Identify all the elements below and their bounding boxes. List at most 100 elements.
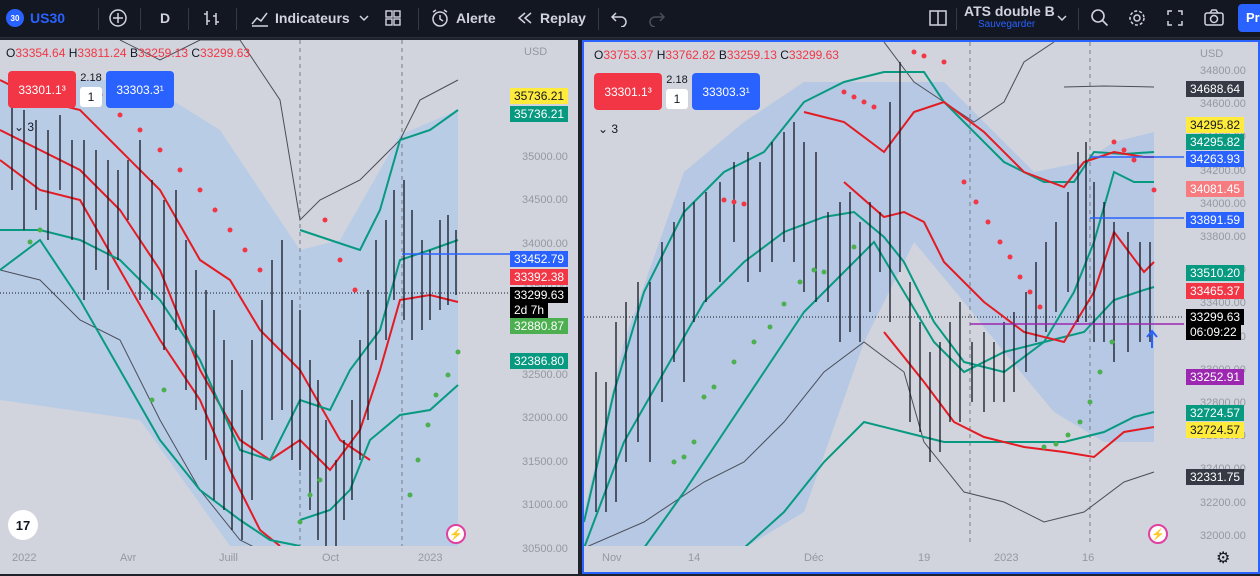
- sar-dot: [1151, 187, 1157, 193]
- currency-label: USD: [1200, 48, 1224, 60]
- sar-dot: [767, 324, 773, 330]
- sar-dot: [227, 227, 233, 233]
- sar-dot: [455, 349, 461, 355]
- save-layout-label[interactable]: Sauvegarder: [978, 19, 1055, 30]
- price-tag: 32331.75: [1186, 469, 1245, 485]
- search-icon[interactable]: [1090, 0, 1110, 36]
- time-tick: 2023: [994, 552, 1019, 564]
- currency-label: USD: [524, 46, 548, 58]
- sar-dot: [821, 269, 827, 275]
- sar-dot: [671, 459, 677, 465]
- indicators-collapse-toggle[interactable]: ⌄ 3: [598, 122, 618, 136]
- layout-chevron-down-icon[interactable]: [1056, 0, 1068, 36]
- undo-icon[interactable]: [610, 0, 628, 36]
- chevron-down-icon[interactable]: [358, 0, 370, 36]
- price-tag: 32386.80: [510, 353, 569, 369]
- chart-pane-right[interactable]: O33753.37 H33762.82 B33259.13 C33299.63 …: [582, 40, 1260, 574]
- chart-pane-left[interactable]: O33354.64 H33811.24 B33259.13 C33299.63 …: [0, 40, 578, 574]
- indicators-button[interactable]: Indicateurs: [250, 0, 350, 36]
- sar-dot: [27, 239, 33, 245]
- replay-button[interactable]: Replay: [516, 0, 586, 36]
- time-tick: 2023: [418, 552, 443, 564]
- sar-dot: [973, 199, 979, 205]
- profile-button[interactable]: Pr: [1238, 4, 1260, 32]
- sar-dot: [751, 339, 757, 345]
- layout-name-menu[interactable]: ATS double B Sauvegarder: [964, 3, 1055, 30]
- sar-dot: [1017, 274, 1023, 280]
- time-tick: 14: [688, 552, 701, 564]
- sar-dot: [297, 519, 303, 525]
- time-tick: 19: [918, 552, 931, 564]
- price-tick: 34000.00: [522, 237, 568, 250]
- sar-dot: [941, 59, 947, 65]
- sar-dot: [425, 422, 431, 428]
- gear-icon[interactable]: [1127, 0, 1147, 36]
- sar-dot: [731, 359, 737, 365]
- indicators-icon: [251, 12, 268, 27]
- ohlc-legend: O33753.37 H33762.82 B33259.13 C33299.63: [594, 48, 839, 62]
- top-toolbar: 30 US30 D Indicateurs Alerte Replay ATS …: [0, 0, 1260, 38]
- time-tick: Déc: [804, 552, 824, 564]
- compare-add-icon[interactable]: [108, 0, 128, 36]
- alert-button[interactable]: Alerte: [430, 0, 496, 36]
- sar-dot: [322, 217, 328, 223]
- sell-button[interactable]: 33301.1³: [594, 73, 662, 110]
- layout-templates-icon[interactable]: [384, 0, 402, 36]
- price-tag: 33465.37: [1186, 283, 1245, 299]
- price-tag: 32724.57: [1186, 422, 1245, 438]
- symbol-search[interactable]: 30 US30: [6, 0, 65, 36]
- quantity-field[interactable]: 1: [666, 89, 688, 109]
- sar-dot: [445, 372, 451, 378]
- price-tag: 33299.63: [510, 287, 569, 303]
- sar-dot: [1121, 147, 1127, 153]
- quantity-field[interactable]: 1: [80, 87, 102, 107]
- fullscreen-icon[interactable]: [1166, 0, 1184, 36]
- camera-snapshot-icon[interactable]: [1203, 0, 1225, 36]
- time-axis: [0, 546, 578, 574]
- price-tick: 33400.00: [1200, 297, 1246, 310]
- sell-button[interactable]: 33301.1³: [8, 71, 76, 108]
- alert-label: Alerte: [456, 10, 496, 26]
- sar-dot: [433, 392, 439, 398]
- sar-dot: [212, 207, 218, 213]
- price-tick: 33800.00: [1200, 231, 1246, 243]
- bollinger-fill: [0, 80, 458, 546]
- price-tag: 34688.64: [1186, 81, 1245, 97]
- sar-dot: [1027, 289, 1033, 295]
- price-tag: 33252.91: [1186, 369, 1245, 385]
- price-tick: 34000.00: [1200, 197, 1246, 210]
- flash-icon[interactable]: ⚡: [446, 524, 466, 544]
- sar-dot: [691, 439, 697, 445]
- price-tick: 32000.00: [522, 412, 568, 425]
- chart-type-bars-icon[interactable]: [202, 0, 222, 36]
- sar-dot: [337, 257, 343, 263]
- tradingview-logo[interactable]: 17: [8, 510, 38, 540]
- layout-split-icon[interactable]: [928, 0, 948, 36]
- symbol-badge: 30: [6, 9, 24, 27]
- gear-icon[interactable]: ⚙: [1216, 548, 1230, 568]
- alarm-clock-icon: [432, 9, 448, 27]
- indicators-collapse-toggle[interactable]: ⌄ 3: [14, 120, 34, 134]
- sar-dot: [781, 301, 787, 307]
- sar-dot: [1037, 304, 1043, 310]
- price-tag: 2d 7h: [510, 302, 549, 318]
- price-tick: 31500.00: [522, 455, 568, 468]
- price-tag: 33891.59: [1186, 212, 1245, 228]
- buy-button[interactable]: 33303.3¹: [692, 73, 760, 110]
- redo-icon[interactable]: [648, 0, 666, 36]
- outer-band-top-right: [1063, 85, 1155, 88]
- chart-canvas-left[interactable]: [0, 40, 578, 574]
- sar-dot: [911, 49, 917, 55]
- buy-button[interactable]: 33303.3¹: [106, 71, 174, 108]
- price-tag: 34295.82: [1186, 117, 1245, 133]
- sar-dot: [1087, 399, 1093, 405]
- rewind-icon: [517, 12, 532, 24]
- sar-dot: [841, 89, 847, 95]
- interval-selector[interactable]: D: [160, 0, 170, 36]
- price-tag: 34295.82: [1186, 134, 1245, 150]
- sar-dot: [317, 477, 323, 483]
- sar-dot: [1109, 339, 1115, 345]
- chart-canvas-right[interactable]: [584, 42, 1258, 572]
- price-tag: 06:09:22: [1186, 324, 1241, 340]
- flash-icon[interactable]: ⚡: [1148, 524, 1168, 544]
